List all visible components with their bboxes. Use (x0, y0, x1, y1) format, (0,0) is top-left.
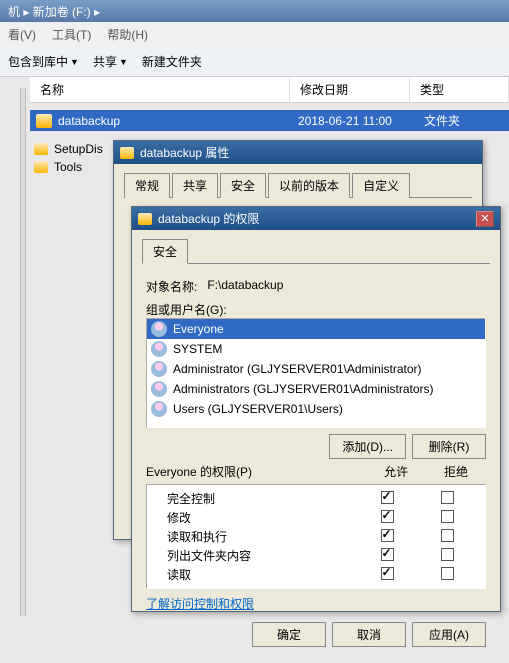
user-item[interactable]: Users (GLJYSERVER01\Users) (147, 399, 485, 419)
deny-col: 拒绝 (426, 463, 486, 480)
user-icon (151, 361, 167, 377)
chevron-down-icon: ▼ (70, 57, 79, 67)
user-item[interactable]: Administrators (GLJYSERVER01\Administrat… (147, 379, 485, 399)
user-label: Administrators (GLJYSERVER01\Administrat… (173, 382, 434, 396)
chevron-down-icon: ▼ (119, 57, 128, 67)
deny-checkbox[interactable] (441, 529, 454, 542)
tab-previous[interactable]: 以前的版本 (268, 173, 350, 198)
tab-general[interactable]: 常规 (124, 173, 170, 198)
permissions-header: Everyone 的权限(P) (146, 463, 366, 480)
tree-item[interactable]: SetupDis (34, 140, 124, 158)
permission-row: 完全控制 (155, 489, 477, 508)
allow-checkbox[interactable] (381, 491, 394, 504)
user-item[interactable]: Administrator (GLJYSERVER01\Administrato… (147, 359, 485, 379)
tree-label: SetupDis (54, 142, 103, 156)
perm-name: 修改 (155, 509, 357, 526)
user-label: Everyone (173, 322, 224, 336)
permissions-dialog: databackup 的权限 ✕ 安全 对象名称: F:\databackup … (131, 206, 501, 612)
splitter[interactable] (20, 88, 26, 616)
folder-icon (36, 114, 52, 128)
tree-label: Tools (54, 160, 82, 174)
object-name-value: F:\databackup (207, 278, 283, 295)
file-row-selected[interactable]: databackup 2018-06-21 11:00 文件夹 (30, 110, 509, 131)
folder-icon (34, 143, 48, 155)
permission-row: 列出文件夹内容 (155, 546, 477, 565)
include-in-library[interactable]: 包含到库中▼ (8, 53, 79, 70)
col-name[interactable]: 名称 (30, 77, 290, 102)
col-date[interactable]: 修改日期 (290, 77, 410, 102)
menubar: 看(V) 工具(T) 帮助(H) (0, 22, 509, 47)
tab-share[interactable]: 共享 (172, 173, 218, 198)
window-title: 机 ▸ 新加卷 (F:) ▸ (0, 0, 509, 22)
dialog-titlebar[interactable]: databackup 属性 (114, 141, 482, 164)
menu-help[interactable]: 帮助(H) (107, 26, 148, 43)
group-users-label: 组或用户名(G): (146, 301, 486, 318)
column-headers: 名称 修改日期 类型 (30, 77, 509, 103)
file-date: 2018-06-21 11:00 (298, 114, 418, 128)
close-button[interactable]: ✕ (476, 211, 494, 227)
title-text: 机 ▸ 新加卷 (F:) ▸ (8, 3, 100, 20)
perm-name: 完全控制 (155, 490, 357, 507)
permission-row: 读取和执行 (155, 527, 477, 546)
user-label: Users (GLJYSERVER01\Users) (173, 402, 343, 416)
permission-row: 读取 (155, 565, 477, 584)
deny-checkbox[interactable] (441, 567, 454, 580)
object-name-label: 对象名称: (146, 278, 197, 295)
tree-panel: SetupDis Tools (34, 140, 124, 176)
perm-name: 读取 (155, 566, 357, 583)
folder-icon (120, 147, 134, 159)
tab-strip: 常规 共享 安全 以前的版本 自定义 (124, 172, 472, 198)
user-item[interactable]: SYSTEM (147, 339, 485, 359)
dialog-title: databackup 的权限 (158, 210, 259, 227)
tree-item[interactable]: Tools (34, 158, 124, 176)
perm-name: 读取和执行 (155, 528, 357, 545)
menu-tools[interactable]: 工具(T) (52, 26, 91, 43)
menu-view[interactable]: 看(V) (8, 26, 36, 43)
tab-security[interactable]: 安全 (142, 239, 188, 264)
folder-icon (138, 213, 152, 225)
cancel-button[interactable]: 取消 (332, 622, 406, 647)
user-icon (151, 341, 167, 357)
allow-checkbox[interactable] (381, 529, 394, 542)
perm-name: 列出文件夹内容 (155, 547, 357, 564)
user-icon (151, 401, 167, 417)
file-name: databackup (58, 114, 292, 128)
allow-checkbox[interactable] (381, 548, 394, 561)
remove-button[interactable]: 删除(R) (412, 434, 486, 459)
dialog-title: databackup 属性 (140, 144, 229, 161)
tab-strip: 安全 (142, 238, 490, 264)
file-type: 文件夹 (424, 112, 460, 129)
tab-security[interactable]: 安全 (220, 173, 266, 198)
deny-checkbox[interactable] (441, 548, 454, 561)
permission-row: 修改 (155, 508, 477, 527)
user-label: Administrator (GLJYSERVER01\Administrato… (173, 362, 422, 376)
allow-col: 允许 (366, 463, 426, 480)
ok-button[interactable]: 确定 (252, 622, 326, 647)
user-item[interactable]: Everyone (147, 319, 485, 339)
new-folder-button[interactable]: 新建文件夹 (142, 53, 202, 70)
dialog-titlebar[interactable]: databackup 的权限 ✕ (132, 207, 500, 230)
users-listbox[interactable]: Everyone SYSTEM Administrator (GLJYSERVE… (146, 318, 486, 428)
file-list: databackup 2018-06-21 11:00 文件夹 (30, 110, 509, 131)
deny-checkbox[interactable] (441, 510, 454, 523)
toolbar: 包含到库中▼ 共享▼ 新建文件夹 (0, 47, 509, 77)
user-icon (151, 321, 167, 337)
deny-checkbox[interactable] (441, 491, 454, 504)
add-button[interactable]: 添加(D)... (329, 434, 406, 459)
permissions-table: 完全控制修改读取和执行列出文件夹内容读取 (146, 484, 486, 589)
allow-checkbox[interactable] (381, 510, 394, 523)
user-icon (151, 381, 167, 397)
user-label: SYSTEM (173, 342, 222, 356)
tab-custom[interactable]: 自定义 (352, 173, 410, 198)
col-type[interactable]: 类型 (410, 77, 509, 102)
allow-checkbox[interactable] (381, 567, 394, 580)
folder-icon (34, 161, 48, 173)
share-button[interactable]: 共享▼ (93, 53, 128, 70)
apply-button[interactable]: 应用(A) (412, 622, 486, 647)
learn-more-link[interactable]: 了解访问控制和权限 (146, 595, 254, 612)
